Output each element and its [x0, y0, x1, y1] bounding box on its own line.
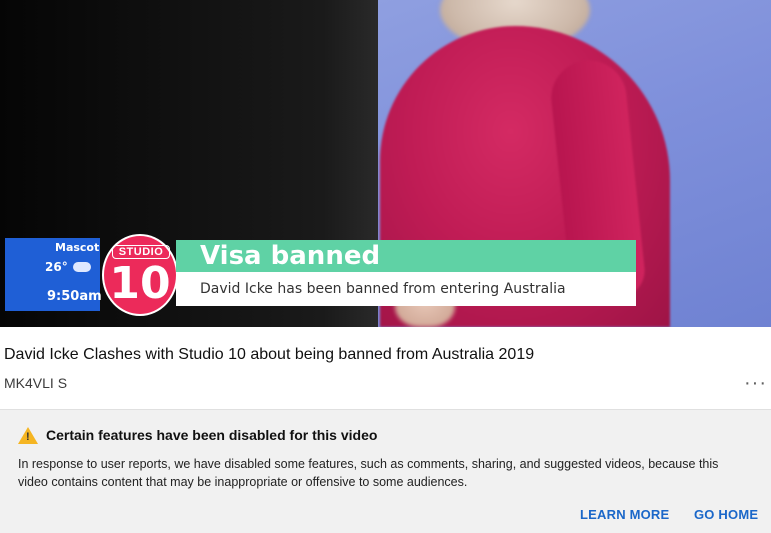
- notice-body: In response to user reports, we have dis…: [18, 457, 719, 489]
- logo-studio-text: STUDIO: [112, 245, 170, 259]
- cloud-icon: [73, 262, 91, 272]
- headline-banner: Visa banned: [176, 240, 636, 272]
- go-home-button[interactable]: GO HOME: [694, 507, 758, 522]
- overlay-subheadline: David Icke has been banned from entering…: [200, 281, 566, 297]
- notice-title: Certain features have been disabled for …: [46, 427, 378, 443]
- channel-name[interactable]: MK4VLI S: [4, 375, 67, 391]
- warning-icon-mark: !: [26, 431, 30, 443]
- studio-10-logo: STUDIO 10: [104, 236, 176, 314]
- logo-number: 10: [109, 258, 171, 309]
- overlay-time: 9:50am: [47, 289, 102, 304]
- more-vert-icon[interactable]: ···: [744, 373, 767, 393]
- video-title: David Icke Clashes with Studio 10 about …: [4, 346, 535, 363]
- video-player[interactable]: Mascot 26° 9:50am STUDIO 10 Visa banned …: [0, 0, 771, 327]
- overlay-temperature: 26°: [45, 260, 68, 274]
- disabled-features-notice: ! Certain features have been disabled fo…: [0, 409, 771, 533]
- learn-more-button[interactable]: LEARN MORE: [580, 507, 669, 522]
- overlay-location: Mascot: [55, 241, 100, 254]
- subheadline-banner: David Icke has been banned from entering…: [176, 272, 636, 306]
- weather-time-box: Mascot 26° 9:50am: [5, 238, 102, 311]
- overlay-headline: Visa banned: [200, 241, 381, 271]
